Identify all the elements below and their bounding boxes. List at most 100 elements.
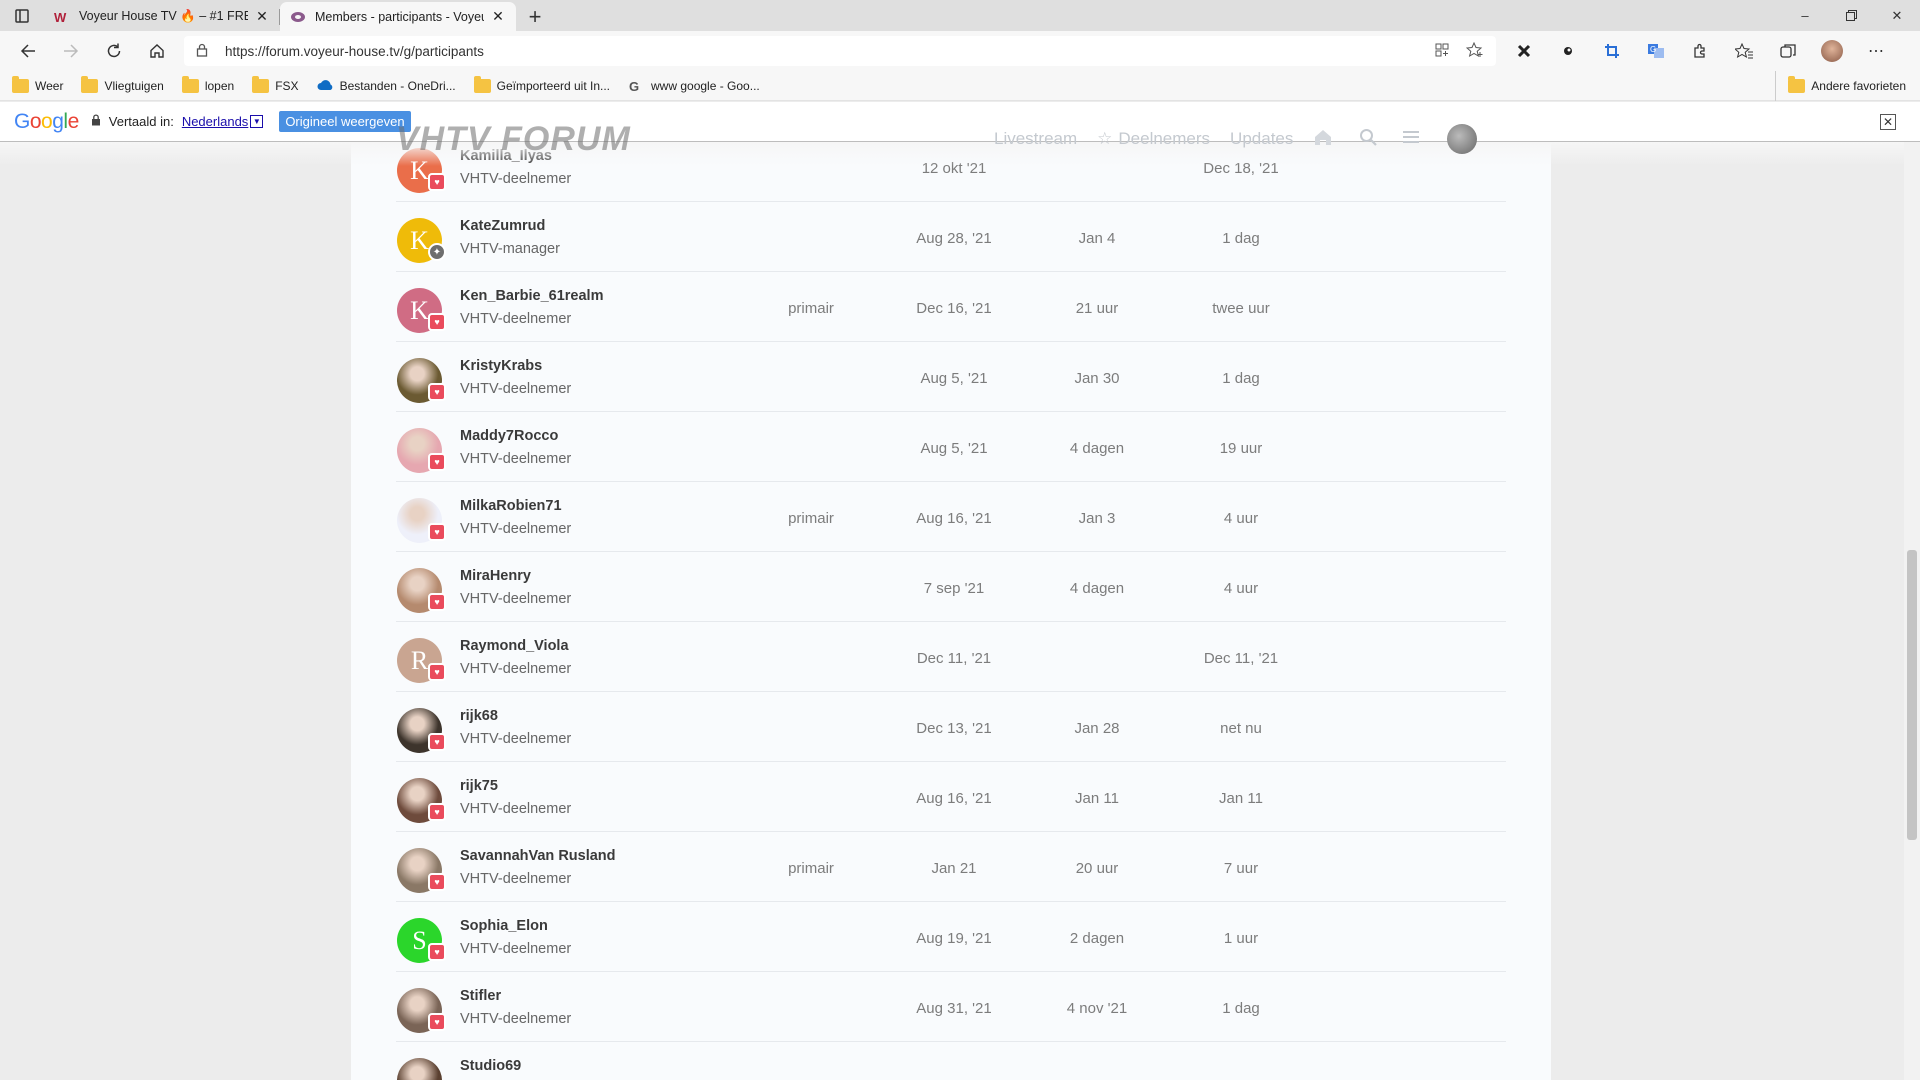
member-row[interactable]: ♥ KristyKrabs VHTV-deelnemer Aug 5, '21 Jan … (396, 342, 1506, 412)
nav-updates[interactable]: Updates (1230, 129, 1293, 149)
member-name[interactable]: Ken_Barbie_61realm (460, 288, 603, 304)
member-title: VHTV-deelnemer (460, 871, 572, 887)
member-row[interactable]: ♥ MiraHenry VHTV-deelnemer 7 sep '21 4 dagen… (396, 552, 1506, 622)
user-avatar[interactable] (1447, 124, 1478, 154)
member-name[interactable]: Maddy7Rocco (460, 428, 558, 444)
minimize-button[interactable]: – (1782, 0, 1828, 31)
member-row[interactable]: ♥ Maddy7Rocco VHTV-deelnemer Aug 5, '21 4 da… (396, 412, 1506, 482)
tab-actions-icon (15, 8, 29, 23)
member-row[interactable]: R ♥ Raymond_Viola VHTV-deelnemer Dec 11, '21… (396, 622, 1506, 692)
tab-close-icon[interactable]: ✕ (490, 8, 506, 25)
back-button[interactable] (6, 31, 49, 71)
favorites-icon[interactable] (1722, 31, 1766, 71)
member-last-posted: Jan 30 (1074, 370, 1120, 387)
nav-livestream[interactable]: Livestream (994, 129, 1077, 149)
member-name[interactable]: MilkaRobien71 (460, 498, 562, 514)
site-logo[interactable]: VHTV FORUM (396, 120, 631, 159)
chevron-down-icon[interactable]: ▼ (250, 115, 264, 128)
bookmark-imported[interactable]: Geïmporteerd uit In... (473, 75, 610, 93)
site-header: VHTV FORUM Livestream ☆ Deelnemers Update… (350, 114, 1550, 164)
member-name[interactable]: rijk68 (460, 708, 498, 724)
member-row[interactable]: ♥ Stifler VHTV-deelnemer Aug 31, '21 4 nov '… (396, 972, 1506, 1042)
member-row[interactable]: S ♥ Sophia_Elon VHTV-deelnemer Aug 19, '21 2 … (396, 902, 1506, 972)
bookmark-google[interactable]: Gwww google - Goo... (628, 78, 760, 94)
nav-participants[interactable]: ☆ Deelnemers (1097, 129, 1210, 149)
member-last-posted: 4 dagen (1069, 440, 1125, 457)
member-row[interactable]: K ✦ KateZumrud VHTV-manager Aug 28, '21 Jan 4… (396, 202, 1506, 272)
member-row[interactable]: ♥ rijk75 VHTV-deelnemer Aug 16, '21 Jan 11 Ja… (396, 762, 1506, 832)
scrollbar-thumb[interactable] (1907, 550, 1917, 840)
extension-eye-icon[interactable] (1546, 31, 1590, 71)
bookmark-onedrive[interactable]: Bestanden - OneDri... (317, 79, 456, 93)
tab-members[interactable]: Members - participants - Voyeur ✕ (280, 2, 516, 31)
member-row[interactable]: Studio69 (396, 1042, 1506, 1080)
member-flair: primair (788, 860, 834, 877)
member-row[interactable]: K ♥ Ken_Barbie_61realm VHTV-deelnemer primai… (396, 272, 1506, 342)
member-last-seen: Dec 11, '21 (1203, 650, 1279, 667)
member-name[interactable]: SavannahVan Rusland (460, 848, 616, 864)
language-select[interactable]: Nederlands (182, 114, 249, 129)
member-last-seen: net nu (1220, 720, 1262, 737)
forward-button[interactable] (49, 31, 92, 71)
app-available-icon[interactable] (1434, 42, 1450, 61)
profile-avatar[interactable] (1810, 31, 1854, 71)
other-favorites[interactable]: Andere favorieten (1775, 71, 1906, 101)
member-name[interactable]: rijk75 (460, 778, 498, 794)
close-window-button[interactable]: ✕ (1874, 0, 1920, 31)
member-row[interactable]: ♥ rijk68 VHTV-deelnemer Dec 13, '21 Jan 28 ne… (396, 692, 1506, 762)
tab-actions-button[interactable] (0, 0, 44, 31)
member-title: VHTV-deelnemer (460, 941, 572, 957)
member-flair: primair (788, 300, 834, 317)
menu-icon[interactable] (1403, 129, 1420, 149)
bookmark-vliegtuigen[interactable]: Vliegtuigen (81, 75, 164, 93)
tab-voyeur-house[interactable]: W Voyeur House TV 🔥 – #1 FREE S ✕ (44, 2, 280, 31)
heart-badge-icon: ♥ (428, 173, 446, 191)
member-last-seen: twee uur (1212, 300, 1270, 317)
member-last-posted: 4 nov '21 (1066, 1000, 1128, 1017)
folder-icon (181, 75, 199, 93)
star-icon: ☆ (1097, 129, 1113, 148)
bookmark-fsx[interactable]: FSX (252, 75, 299, 93)
browser-toolbar: https://forum.voyeur-house.tv/g/particip… (0, 31, 1920, 71)
member-row[interactable]: ♥ MilkaRobien71 VHTV-deelnemer primair Aug 1… (396, 482, 1506, 552)
bookmark-weer[interactable]: Weer (12, 75, 63, 93)
bookmark-label: www google - Goo... (651, 78, 760, 93)
more-options-icon[interactable]: ⋯ (1854, 31, 1898, 71)
vertical-scrollbar[interactable]: ▲ (1904, 102, 1920, 1080)
collections-icon[interactable] (1766, 31, 1810, 71)
member-row[interactable]: ♥ SavannahVan Rusland VHTV-deelnemer primai… (396, 832, 1506, 902)
member-name[interactable]: KateZumrud (460, 218, 545, 234)
bookmark-label: FSX (275, 78, 299, 93)
home-button[interactable] (135, 31, 178, 71)
member-name[interactable]: Raymond_Viola (460, 638, 569, 654)
member-name[interactable]: KristyKrabs (460, 358, 542, 374)
extension-puzzle-dark-icon[interactable] (1502, 31, 1546, 71)
member-title: VHTV-deelnemer (460, 521, 572, 537)
forward-arrow-icon (63, 44, 78, 58)
member-avatar[interactable] (397, 1058, 442, 1080)
svg-text:G: G (1650, 45, 1656, 54)
restore-button[interactable] (1828, 0, 1874, 31)
member-last-seen: 4 uur (1223, 510, 1259, 527)
bookmark-lopen[interactable]: lopen (181, 75, 234, 93)
tab-close-icon[interactable]: ✕ (254, 8, 270, 25)
home-icon[interactable] (1313, 128, 1333, 151)
extensions-icon[interactable] (1678, 31, 1722, 71)
member-name[interactable]: Studio69 (460, 1058, 521, 1074)
new-tab-button[interactable]: + (516, 2, 554, 31)
member-last-posted: 2 dagen (1069, 930, 1125, 947)
extension-crop-icon[interactable] (1590, 31, 1634, 71)
url-text[interactable]: https://forum.voyeur-house.tv/g/particip… (225, 44, 1434, 59)
tab-title: Members - participants - Voyeur (315, 9, 484, 24)
vhtv-icon: W (54, 9, 70, 25)
heart-badge-icon: ♥ (428, 383, 446, 401)
reload-button[interactable] (92, 31, 135, 71)
address-bar[interactable]: https://forum.voyeur-house.tv/g/particip… (184, 36, 1496, 66)
member-name[interactable]: Stifler (460, 988, 501, 1004)
search-icon[interactable] (1359, 128, 1378, 151)
add-favorite-icon[interactable] (1465, 41, 1484, 61)
member-name[interactable]: Sophia_Elon (460, 918, 548, 934)
translate-icon[interactable]: G (1634, 31, 1678, 71)
member-name[interactable]: MiraHenry (460, 568, 531, 584)
close-translate-button[interactable]: ✕ (1880, 114, 1896, 130)
